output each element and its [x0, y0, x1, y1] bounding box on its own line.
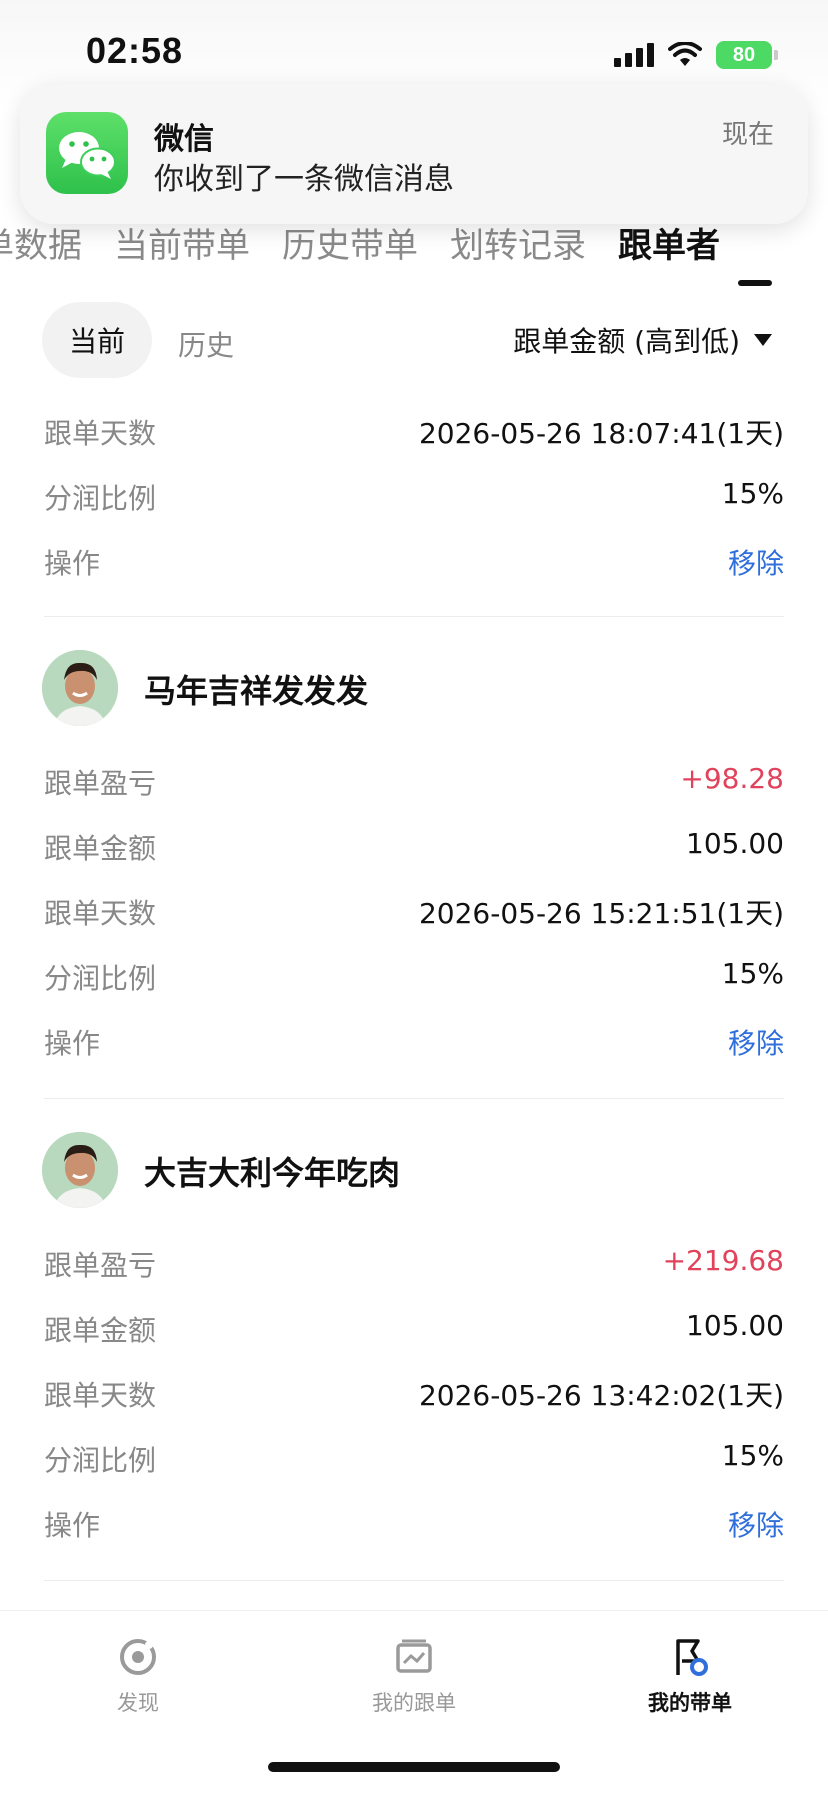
days-value: 2026-05-26 18:07:41(1天)	[418, 417, 784, 450]
notification-app-name: 微信	[154, 122, 214, 157]
detail-row: 操作 移除	[44, 1504, 784, 1544]
follower-name: 马年吉祥发发发	[144, 672, 369, 710]
status-time: 02:58	[86, 30, 184, 71]
detail-row: 跟单天数 2026-05-26 15:21:51(1天)	[44, 892, 784, 932]
days-label: 跟单天数	[44, 1379, 157, 1412]
action-label: 操作	[44, 547, 101, 580]
detail-row: 跟单金额 105.00	[44, 827, 784, 867]
follower-name: 大吉大利今年吃肉	[144, 1154, 401, 1192]
nav-label: 我的跟单	[372, 1691, 456, 1715]
discover-icon	[120, 1639, 156, 1675]
caret-down-icon	[754, 334, 772, 346]
remove-button[interactable]: 移除	[728, 542, 784, 582]
notification-time: 现在	[721, 120, 774, 150]
divider	[44, 1098, 784, 1099]
sort-label: 跟单金额 (高到低)	[513, 325, 740, 358]
profit-value: +98.28	[680, 762, 784, 795]
share-value: 15%	[721, 957, 784, 990]
days-value: 2026-05-26 13:42:02(1天)	[418, 1379, 784, 1412]
action-label: 操作	[44, 1509, 101, 1542]
avatar	[42, 1132, 118, 1208]
days-value: 2026-05-26 15:21:51(1天)	[418, 897, 784, 930]
detail-row: 跟单金额 105.00	[44, 1309, 784, 1349]
divider	[44, 616, 784, 617]
amount-label: 跟单金额	[44, 832, 157, 865]
chart-card-icon	[396, 1639, 432, 1673]
detail-row: 跟单天数 2026-05-26 13:42:02(1天)	[44, 1374, 784, 1414]
detail-row: 跟单天数 2026-05-26 18:07:41(1天)	[44, 412, 784, 452]
nav-discover[interactable]: 发现	[48, 1635, 228, 1717]
filter-row: 当前 历史 跟单金额 (高到低)	[0, 300, 828, 382]
tab-followers[interactable]: 跟单者	[618, 218, 720, 267]
detail-row: 操作 移除	[44, 542, 784, 582]
nav-my-follows[interactable]: 我的跟单	[324, 1635, 504, 1717]
tab-transfer-records[interactable]: 划转记录	[450, 218, 586, 267]
detail-row: 操作 移除	[44, 1022, 784, 1062]
share-label: 分润比例	[44, 1444, 157, 1477]
amount-value: 105.00	[686, 1309, 784, 1342]
detail-row: 分润比例 15%	[44, 477, 784, 517]
battery-level: 80	[732, 43, 756, 66]
tab-indicator	[738, 280, 772, 286]
amount-label: 跟单金额	[44, 1314, 157, 1347]
divider	[44, 1580, 784, 1581]
action-label: 操作	[44, 1027, 101, 1060]
share-label: 分润比例	[44, 482, 157, 515]
detail-row: 跟单盈亏 +219.68	[44, 1244, 784, 1284]
wechat-icon	[46, 112, 128, 194]
segment-history[interactable]: 历史	[178, 324, 234, 364]
sort-dropdown[interactable]: 跟单金额 (高到低)	[513, 320, 772, 360]
notification-message: 你收到了一条微信消息	[154, 162, 454, 197]
status-icons: 80	[614, 40, 778, 70]
amount-value: 105.00	[686, 827, 784, 860]
flag-icon	[676, 1639, 708, 1676]
avatar	[42, 650, 118, 726]
nav-label: 发现	[117, 1691, 159, 1715]
share-label: 分润比例	[44, 962, 157, 995]
profit-label: 跟单盈亏	[44, 1249, 157, 1282]
remove-button[interactable]: 移除	[728, 1504, 784, 1544]
detail-row: 分润比例 15%	[44, 1439, 784, 1479]
tab-current-lead[interactable]: 当前带单	[114, 218, 250, 267]
tab-data[interactable]: 单数据	[0, 218, 82, 267]
wifi-icon	[668, 42, 702, 66]
segment-current[interactable]: 当前	[42, 302, 152, 378]
remove-button[interactable]: 移除	[728, 1022, 784, 1062]
nav-label: 我的带单	[648, 1691, 732, 1715]
nav-my-leads[interactable]: 我的带单	[600, 1635, 780, 1717]
tab-history-lead[interactable]: 历史带单	[282, 218, 418, 267]
share-value: 15%	[721, 1439, 784, 1472]
signal-icon	[614, 43, 654, 67]
home-indicator[interactable]	[268, 1762, 560, 1772]
share-value: 15%	[721, 477, 784, 510]
profit-label: 跟单盈亏	[44, 767, 157, 800]
detail-row: 分润比例 15%	[44, 957, 784, 997]
days-label: 跟单天数	[44, 897, 157, 930]
notification-banner[interactable]: 微信 你收到了一条微信消息 现在	[20, 84, 808, 224]
battery-icon: 80	[716, 41, 778, 69]
days-label: 跟单天数	[44, 417, 157, 450]
profit-value: +219.68	[662, 1244, 784, 1277]
detail-row: 跟单盈亏 +98.28	[44, 762, 784, 802]
